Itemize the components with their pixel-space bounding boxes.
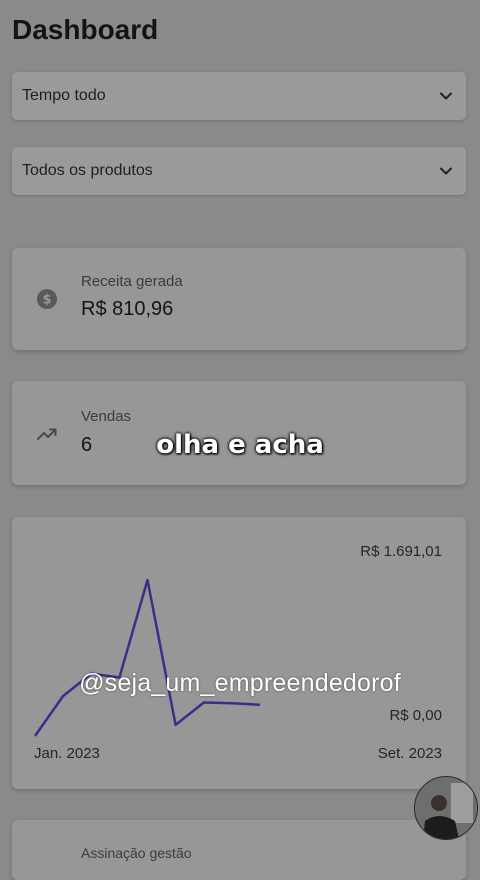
- sales-label: Vendas: [81, 408, 131, 425]
- revenue-value: R$ 810,96: [81, 298, 173, 321]
- chevron-down-icon: [438, 88, 454, 104]
- product-filter-select[interactable]: Todos os produtos: [12, 147, 466, 195]
- period-filter-value: Tempo todo: [22, 87, 106, 105]
- chevron-down-icon: [438, 163, 454, 179]
- video-caption: olha e acha: [0, 430, 480, 460]
- svg-text:$: $: [42, 293, 51, 308]
- revenue-chart-card: R$ 1.691,01 R$ 0,00 Jan. 2023 Set. 2023: [12, 517, 466, 789]
- chart-x-start-label: Jan. 2023: [34, 745, 100, 762]
- period-filter-select[interactable]: Tempo todo: [12, 72, 466, 120]
- revenue-card: $ Receita gerada R$ 810,96: [12, 248, 466, 350]
- creator-avatar[interactable]: [414, 776, 478, 840]
- chart-x-end-label: Set. 2023: [378, 745, 442, 762]
- dollar-coin-icon: $: [36, 288, 58, 310]
- chart-min-label: R$ 0,00: [389, 707, 442, 724]
- creator-watermark: @seja_um_empreendedorof: [0, 669, 480, 698]
- chart-max-label: R$ 1.691,01: [360, 543, 442, 560]
- product-filter-value: Todos os produtos: [22, 162, 153, 180]
- revenue-label: Receita gerada: [81, 273, 183, 290]
- subscription-card-label: Assinação gestão: [81, 845, 192, 861]
- page-title: Dashboard: [12, 14, 158, 46]
- revenue-series-line: [35, 580, 260, 736]
